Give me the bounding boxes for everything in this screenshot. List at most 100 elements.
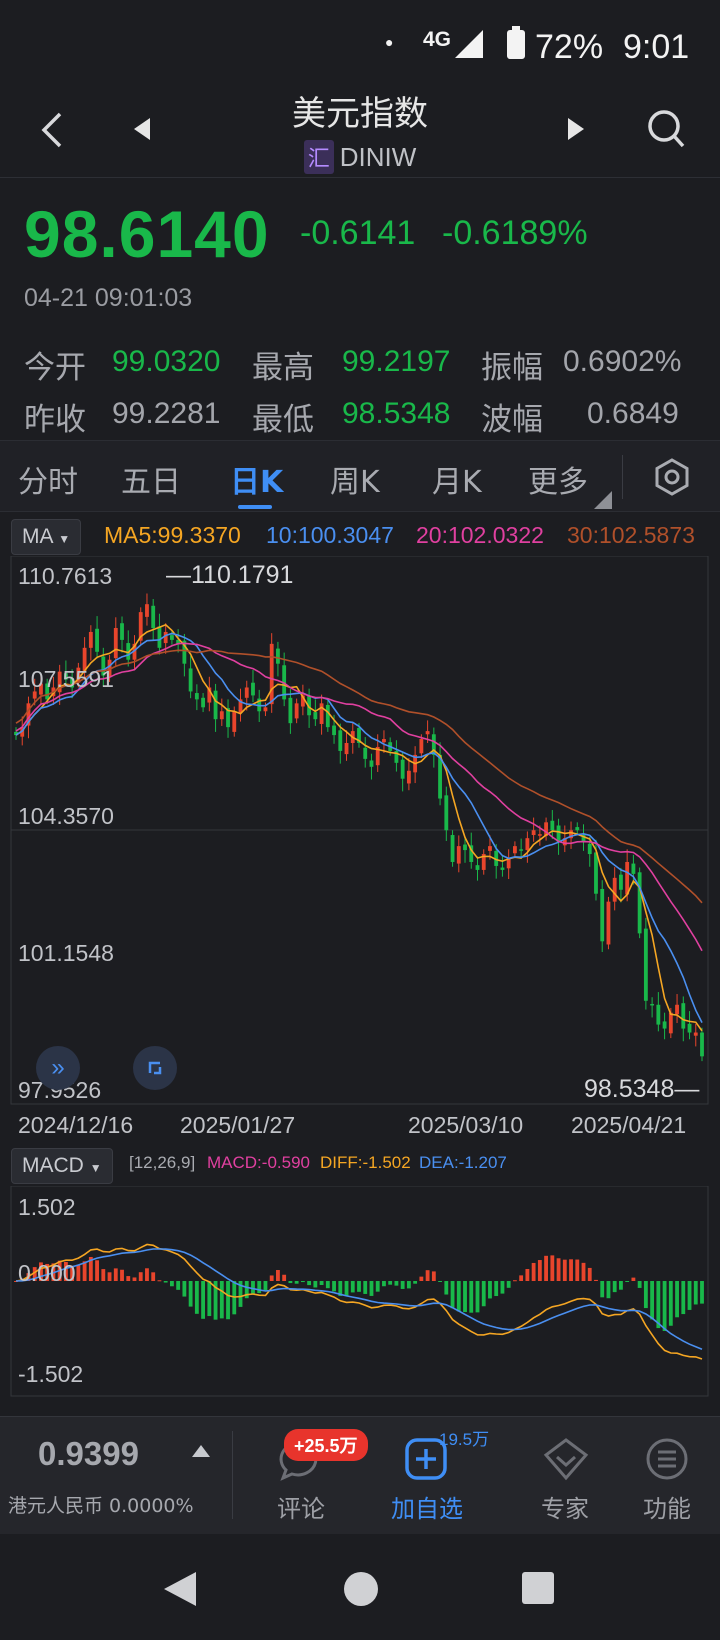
macd-histogram <box>14 1255 704 1331</box>
macd-histogram-bar <box>82 1261 87 1281</box>
macd-histogram-bar <box>307 1281 312 1286</box>
fullscreen-icon[interactable] <box>133 1046 177 1090</box>
ma30-readout: 30:102.5873 <box>567 522 695 548</box>
candle-body <box>332 725 336 736</box>
ma-selector[interactable]: MA ▼ <box>11 519 82 555</box>
nav-home-icon[interactable] <box>342 1570 380 1608</box>
macd-histogram-bar <box>431 1271 436 1281</box>
more-corner-icon <box>594 491 612 509</box>
macd-histogram-bar <box>463 1281 467 1313</box>
macd-histogram-bar <box>188 1281 193 1307</box>
candlestick-chart[interactable] <box>0 556 720 1106</box>
macd-histogram-bar <box>550 1255 555 1281</box>
macd-histogram-bar <box>438 1281 442 1282</box>
macd-histogram-bar <box>382 1281 386 1287</box>
macd-histogram-bar <box>95 1260 99 1281</box>
candle-body <box>251 682 255 696</box>
macd-histogram-bar <box>625 1281 630 1282</box>
y-tick-2: 104.3570 <box>18 803 114 829</box>
macd-histogram-bar <box>107 1272 112 1281</box>
macd-histogram-bar <box>276 1270 280 1281</box>
macd-histogram-bar <box>369 1281 374 1296</box>
macd-lines-group <box>15 1243 703 1360</box>
candle-body <box>244 687 249 698</box>
ma20-readout: 20:102.0322 <box>416 522 544 548</box>
last-price: 98.6140 <box>24 197 270 271</box>
chevron-down-icon: ▼ <box>58 532 71 546</box>
functions-icon[interactable] <box>645 1437 689 1481</box>
hkd-rmb-value[interactable]: 0.9399 <box>38 1435 139 1473</box>
candle-body <box>475 865 480 870</box>
candle-body <box>406 770 411 784</box>
candle-body <box>120 623 124 640</box>
expert-icon[interactable] <box>542 1437 590 1481</box>
tab-weekly-k[interactable]: 周K <box>330 457 380 501</box>
period-tabs: 分时 五日 日K 周K 月K 更多 <box>0 440 720 512</box>
macd-histogram-bar <box>519 1275 524 1281</box>
comment-label[interactable]: 评论 <box>277 1489 325 1524</box>
candle-body <box>425 731 430 735</box>
expert-label[interactable]: 专家 <box>541 1489 589 1524</box>
next-item-icon[interactable] <box>566 116 586 142</box>
macd-histogram-bar <box>419 1276 424 1281</box>
macd-histogram-bar <box>556 1258 561 1281</box>
macd-histogram-bar <box>675 1281 679 1318</box>
tab-daily-k[interactable]: 日K <box>230 457 283 501</box>
candle-body <box>519 849 524 851</box>
candle-body <box>294 703 299 719</box>
macd-histogram-bar <box>612 1281 617 1293</box>
nav-back-icon[interactable] <box>162 1570 198 1608</box>
nav-recents-icon[interactable] <box>520 1570 556 1606</box>
candle-body <box>263 707 268 712</box>
search-icon[interactable] <box>646 108 686 150</box>
indicator-selector[interactable]: MACD ▼ <box>11 1148 113 1184</box>
macd-chart[interactable] <box>0 1186 720 1398</box>
tab-monthly-k[interactable]: 月K <box>432 457 482 501</box>
macd-histogram-bar <box>500 1281 505 1294</box>
active-tab-indicator <box>238 505 272 509</box>
macd-histogram-bar <box>637 1281 642 1288</box>
expand-chart-icon[interactable]: » <box>36 1046 80 1090</box>
macd-histogram-bar <box>269 1275 274 1281</box>
candle-body <box>194 693 199 700</box>
candle-body <box>537 834 542 836</box>
clock: 9:01 <box>623 28 690 66</box>
macd-histogram-bar <box>544 1255 549 1281</box>
tab-intraday[interactable]: 分时 <box>18 457 78 501</box>
tab-five-day[interactable]: 五日 <box>121 457 181 501</box>
settings-icon[interactable] <box>652 457 692 497</box>
macd-histogram-bar <box>469 1281 474 1313</box>
header: 美元指数 汇 DINIW <box>0 86 720 178</box>
amplitude-label: 振幅 <box>481 350 543 386</box>
tab-more[interactable]: 更多 <box>528 457 588 501</box>
signal-icon <box>455 30 483 58</box>
macd-histogram-bar <box>76 1264 81 1281</box>
candle-body <box>463 844 467 851</box>
macd-histogram-bar <box>444 1281 449 1295</box>
candle-body <box>675 1004 679 1015</box>
macd-histogram-bar <box>450 1281 455 1309</box>
min-price-label: 98.5348 <box>584 1075 675 1103</box>
macd-histogram-bar <box>494 1281 499 1297</box>
date-label-1: 2025/01/27 <box>180 1112 296 1138</box>
dea-readout: DEA:-1.207 <box>419 1153 507 1172</box>
watchlist-count: 19.5万 <box>439 1430 490 1449</box>
candle-body <box>269 643 274 705</box>
diff-line <box>15 1243 703 1360</box>
candle-body <box>525 838 530 851</box>
range-label: 波幅 <box>481 402 543 438</box>
ma20-line <box>15 642 703 952</box>
candle-body <box>531 830 536 836</box>
macd-histogram-bar <box>631 1277 636 1281</box>
macd-readout: MACD:-0.590 <box>207 1153 310 1172</box>
macd-histogram-bar <box>693 1281 698 1305</box>
macd-histogram-bar <box>157 1280 162 1282</box>
dea-line <box>15 1248 703 1350</box>
macd-histogram-bar <box>687 1281 692 1310</box>
functions-label[interactable]: 功能 <box>643 1489 691 1524</box>
candle-body <box>325 704 330 728</box>
add-watchlist-label[interactable]: 加自选 <box>391 1489 463 1524</box>
macd-histogram-bar <box>101 1269 106 1281</box>
macd-histogram-bar <box>263 1281 268 1292</box>
range-value: 0.6849 <box>587 397 679 430</box>
